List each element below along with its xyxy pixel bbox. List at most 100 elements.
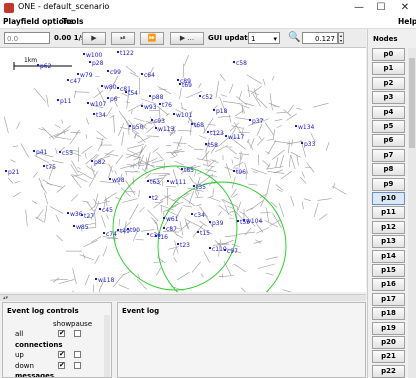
node-label: w36: [70, 211, 83, 218]
node-button-p4[interactable]: p4: [372, 105, 405, 119]
node-marker: [149, 196, 151, 198]
road-segment: [172, 248, 176, 256]
node-marker: [117, 229, 119, 231]
node-button-p5[interactable]: p5: [372, 120, 405, 133]
road-segment: [61, 119, 63, 124]
road-segment: [181, 102, 183, 109]
road-segment: [20, 143, 29, 158]
node-marker: [233, 61, 235, 63]
nodes-scrollbar[interactable]: [408, 48, 416, 378]
road-segment: [113, 115, 115, 133]
down-show-checkbox[interactable]: ✔: [58, 362, 65, 369]
road-segment: [247, 140, 254, 151]
road-segment: [258, 154, 260, 166]
node-button-p21[interactable]: p21: [372, 350, 405, 364]
node-label: t76: [162, 102, 172, 109]
road-segment: [121, 131, 124, 146]
maximize-button[interactable]: ☐: [372, 1, 390, 15]
road-segment: [90, 165, 96, 178]
zoom-field[interactable]: 0.127: [302, 32, 338, 44]
node-button-p1[interactable]: p1: [372, 62, 405, 76]
node-button-p13[interactable]: p13: [372, 235, 405, 249]
node-button-p19[interactable]: p19: [372, 321, 405, 335]
road-segment: [267, 139, 277, 155]
node-button-p16[interactable]: p16: [372, 278, 405, 292]
close-button[interactable]: ✕: [396, 1, 414, 15]
fast-forward-button[interactable]: ⏩: [140, 32, 164, 45]
node-button-p2[interactable]: p2: [372, 76, 405, 90]
node-label: p50: [132, 124, 144, 131]
road-segment: [267, 138, 274, 141]
all-pause-checkbox[interactable]: [74, 330, 81, 337]
step-button[interactable]: ⏯: [111, 32, 135, 45]
road-segment: [276, 111, 288, 114]
node-button-p9[interactable]: p9: [372, 177, 405, 191]
road-segment: [300, 176, 307, 184]
node-button-p17[interactable]: p17: [372, 292, 405, 306]
controls-scrollbar[interactable]: [104, 315, 110, 377]
road-segment: [318, 213, 328, 221]
skip-to-button[interactable]: ▶ ...: [170, 32, 204, 45]
road-segment: [196, 158, 211, 162]
node-button-p15[interactable]: p15: [372, 264, 405, 277]
node-button-p20[interactable]: p20: [372, 336, 405, 349]
node-button-p18[interactable]: p18: [372, 307, 405, 321]
node-label: t122: [120, 50, 134, 57]
nodes-panel: Nodes p0 p1 p2 p3 p4 p5 p6 p7 p8 p9 p10 p11 p12 p13 p1…: [367, 29, 416, 378]
road-segment: [123, 270, 132, 276]
node-marker: [155, 127, 157, 129]
node-button-p0[interactable]: p0: [372, 48, 405, 61]
playfield[interactable]: 1km p62 w100 t122 p28 w79 c99 c47 c64 c89 w80 c81 p…: [0, 48, 366, 292]
node-button-p14[interactable]: p14: [372, 249, 405, 263]
row-messages-label: messages: [15, 372, 55, 378]
road-segment: [130, 72, 139, 77]
node-button-p22[interactable]: p22: [372, 364, 405, 378]
road-segment: [212, 188, 214, 196]
road-segment: [209, 197, 221, 202]
road-segment: [134, 117, 145, 122]
playfield-map: 1km p62w100 t122p28w79 c99c47c64c89w80 c81p…: [3, 50, 347, 292]
road-segment: [184, 217, 188, 229]
road-segment: [303, 198, 311, 201]
all-show-checkbox[interactable]: ✔: [58, 330, 65, 337]
node-button-p12[interactable]: p12: [372, 220, 405, 234]
road-segment: [77, 166, 82, 170]
menu-help[interactable]: Help: [398, 17, 416, 26]
node-marker: [159, 103, 161, 105]
node-label: w100: [86, 52, 103, 59]
node-button-p8[interactable]: p8: [372, 163, 405, 177]
road-segment: [266, 207, 269, 222]
road-segment: [296, 155, 299, 166]
road-segment: [74, 91, 90, 93]
node-label: p28: [92, 60, 104, 67]
road-segment: [94, 255, 100, 265]
node-marker: [87, 102, 89, 104]
play-button[interactable]: ▶: [82, 32, 106, 45]
node-button-p3[interactable]: p3: [372, 91, 405, 105]
zoom-spinner[interactable]: ▴ ▾: [338, 32, 344, 44]
node-button-p11[interactable]: p11: [372, 206, 405, 220]
minimize-button[interactable]: —: [350, 1, 368, 15]
road-segment: [161, 180, 163, 187]
node-label: w107: [90, 101, 107, 108]
horizontal-splitter[interactable]: ▴▾: [0, 294, 366, 301]
node-label: w134: [298, 124, 315, 131]
menu-tools[interactable]: Tools: [62, 17, 83, 26]
up-pause-checkbox[interactable]: [74, 351, 81, 358]
gui-update-select[interactable]: 1 ▾: [248, 32, 280, 44]
down-pause-checkbox[interactable]: [74, 362, 81, 369]
node-button-p7[interactable]: p7: [372, 148, 405, 162]
road-segment: [195, 192, 199, 198]
road-segment: [274, 118, 283, 122]
road-segment: [177, 130, 193, 132]
up-show-checkbox[interactable]: ✔: [58, 351, 65, 358]
road-segment: [289, 155, 291, 168]
node-marker: [99, 208, 101, 210]
nodes-scrollbar-thumb[interactable]: [409, 58, 415, 148]
node-button-p6[interactable]: p6: [372, 134, 405, 148]
road-segment: [36, 209, 44, 220]
node-button-p10[interactable]: p10: [372, 192, 405, 205]
node-marker: [301, 142, 303, 144]
node-marker: [117, 51, 119, 53]
road-segment: [183, 205, 192, 208]
